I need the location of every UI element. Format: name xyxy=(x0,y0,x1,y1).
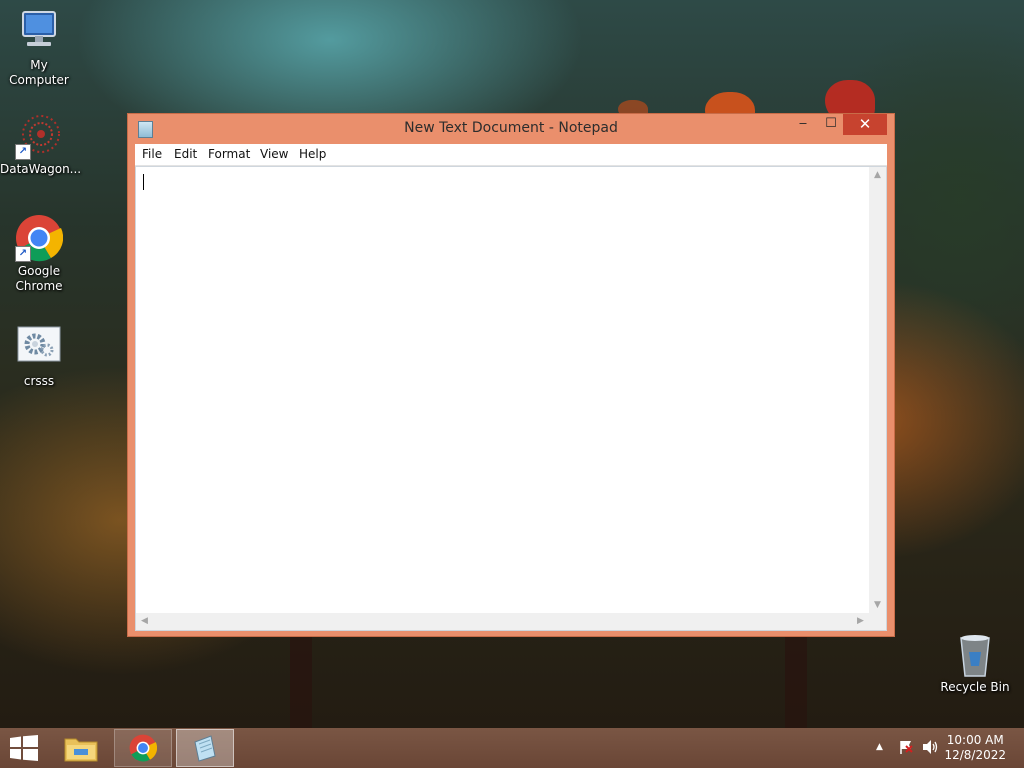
scroll-down-icon[interactable]: ▼ xyxy=(869,597,886,614)
menu-bar: File Edit Format View Help xyxy=(135,144,887,166)
desktop-icon-label: Google Chrome xyxy=(15,264,63,293)
desktop-icon-label: crsss xyxy=(23,374,55,388)
chrome-icon xyxy=(129,734,157,762)
computer-icon xyxy=(15,8,63,56)
windows-logo-icon xyxy=(10,735,38,761)
window-title: New Text Document - Notepad xyxy=(404,120,618,136)
shortcut-arrow-icon: ↗ xyxy=(15,144,31,160)
system-clock[interactable]: 10:00 AM 12/8/2022 xyxy=(944,733,1006,763)
taskbar: ▲ 10:00 AM 12/8/2022 xyxy=(0,728,1024,768)
notepad-window[interactable]: New Text Document - Notepad ‒ ☐ ✕ File E… xyxy=(127,113,895,637)
horizontal-scrollbar[interactable]: ◀ ▶ xyxy=(136,613,869,630)
gear-file-icon xyxy=(15,324,63,372)
speaker-icon[interactable] xyxy=(921,739,939,755)
scroll-left-icon[interactable]: ◀ xyxy=(136,613,153,630)
desktop-icon-datawagon[interactable]: ↗ DataWagon... xyxy=(0,112,82,177)
title-bar[interactable]: New Text Document - Notepad ‒ ☐ ✕ xyxy=(128,114,894,144)
taskbar-chrome[interactable] xyxy=(114,729,172,767)
text-caret xyxy=(143,174,144,190)
clock-date: 12/8/2022 xyxy=(944,748,1006,762)
desktop-icon-label: Recycle Bin xyxy=(940,680,1010,694)
maximize-button[interactable]: ☐ xyxy=(818,114,844,135)
show-hidden-icons-button[interactable]: ▲ xyxy=(876,742,883,752)
close-button[interactable]: ✕ xyxy=(843,114,887,135)
scroll-up-icon[interactable]: ▲ xyxy=(869,167,886,184)
wallpaper-stem xyxy=(290,637,312,728)
menu-edit[interactable]: Edit xyxy=(174,146,197,162)
recycle-bin-icon xyxy=(951,630,999,678)
datawagon-icon: ↗ xyxy=(15,112,63,160)
start-button[interactable] xyxy=(0,728,48,768)
text-editor-area[interactable]: ▲ ▼ ◀ ▶ xyxy=(135,166,887,631)
taskbar-notepad[interactable] xyxy=(176,729,234,767)
desktop-icon-my-computer[interactable]: My Computer xyxy=(0,8,78,88)
resize-grip-icon[interactable] xyxy=(869,613,886,630)
menu-file[interactable]: File xyxy=(142,146,162,162)
desktop-background: My Computer ↗ DataWagon... ↗ Google Chro… xyxy=(0,0,1024,728)
desktop-icon-google-chrome[interactable]: ↗ Google Chrome xyxy=(0,214,78,294)
file-explorer-icon xyxy=(64,738,98,762)
menu-format[interactable]: Format xyxy=(208,146,250,162)
menu-help[interactable]: Help xyxy=(299,146,326,162)
clock-time: 10:00 AM xyxy=(946,733,1004,747)
notepad-icon xyxy=(194,735,216,762)
wallpaper-stem xyxy=(785,637,807,728)
shortcut-arrow-icon: ↗ xyxy=(15,246,31,262)
desktop-icon-label: My Computer xyxy=(9,58,69,87)
chrome-icon: ↗ xyxy=(15,214,64,262)
desktop-icon-recycle-bin[interactable]: Recycle Bin xyxy=(936,630,1014,695)
minimize-button[interactable]: ‒ xyxy=(790,114,816,135)
desktop-icon-label: DataWagon... xyxy=(0,162,82,176)
desktop-icon-crsss[interactable]: crsss xyxy=(0,324,78,389)
scroll-right-icon[interactable]: ▶ xyxy=(852,613,869,630)
taskbar-file-explorer[interactable] xyxy=(52,729,110,767)
vertical-scrollbar[interactable]: ▲ ▼ xyxy=(869,167,886,614)
menu-view[interactable]: View xyxy=(260,146,288,162)
action-center-flag-icon[interactable] xyxy=(898,739,914,755)
